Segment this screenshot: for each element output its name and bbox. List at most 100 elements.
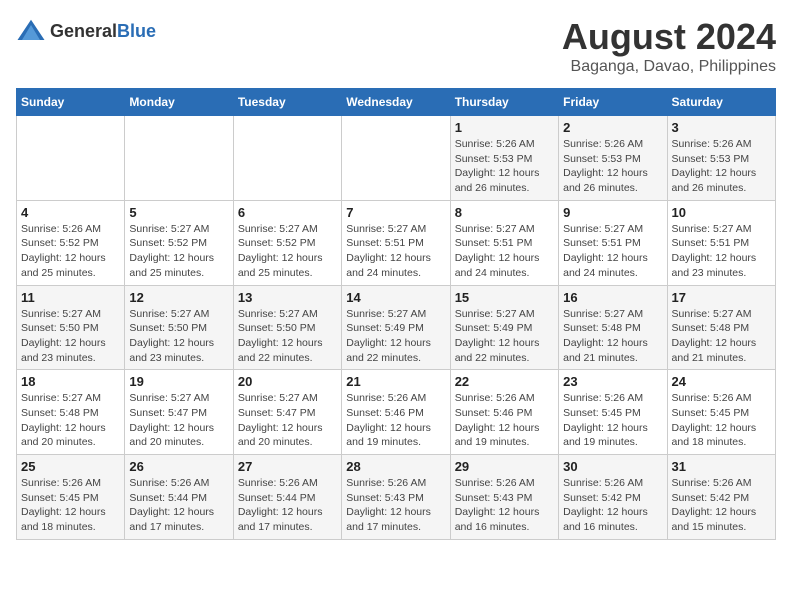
day-number: 27 (238, 459, 337, 474)
day-cell: 6 Sunrise: 5:27 AM Sunset: 5:52 PM Daylig… (233, 200, 341, 285)
day-cell: 30Sunrise: 5:26 AM Sunset: 5:42 PM Dayli… (559, 455, 667, 540)
col-header-thursday: Thursday (450, 89, 558, 116)
day-number: 22 (455, 374, 554, 389)
day-number: 3 (672, 120, 771, 135)
day-cell: 31 Sunrise: 5:26 AM Sunset: 5:42 PM Dayli… (667, 455, 775, 540)
day-detail: Sunrise: 5:27 AM Sunset: 5:50 PM Dayligh… (238, 307, 337, 366)
day-cell: 9 Sunrise: 5:27 AM Sunset: 5:51 PM Daylig… (559, 200, 667, 285)
day-cell (233, 116, 341, 201)
day-number: 13 (238, 290, 337, 305)
week-row-5: 25 Sunrise: 5:26 AM Sunset: 5:45 PM Dayli… (17, 455, 776, 540)
day-cell: 21Sunrise: 5:26 AM Sunset: 5:46 PM Dayli… (342, 370, 450, 455)
day-detail: Sunrise: 5:27 AM Sunset: 5:51 PM Dayligh… (672, 222, 771, 281)
day-detail: Sunrise: 5:26 AM Sunset: 5:45 PM Dayligh… (563, 391, 662, 450)
day-number: 14 (346, 290, 445, 305)
day-number: 23 (563, 374, 662, 389)
day-number: 9 (563, 205, 662, 220)
day-detail: Sunrise: 5:27 AM Sunset: 5:52 PM Dayligh… (129, 222, 228, 281)
day-number: 21 (346, 374, 445, 389)
day-number: 11 (21, 290, 120, 305)
col-header-sunday: Sunday (17, 89, 125, 116)
day-number: 15 (455, 290, 554, 305)
header-row: SundayMondayTuesdayWednesdayThursdayFrid… (17, 89, 776, 116)
day-number: 25 (21, 459, 120, 474)
logo-blue: Blue (117, 21, 156, 41)
week-row-3: 11 Sunrise: 5:27 AM Sunset: 5:50 PM Dayli… (17, 285, 776, 370)
col-header-tuesday: Tuesday (233, 89, 341, 116)
day-detail: Sunrise: 5:26 AM Sunset: 5:44 PM Dayligh… (129, 476, 228, 535)
day-detail: Sunrise: 5:26 AM Sunset: 5:53 PM Dayligh… (563, 137, 662, 196)
day-cell: 11 Sunrise: 5:27 AM Sunset: 5:50 PM Dayli… (17, 285, 125, 370)
day-detail: Sunrise: 5:26 AM Sunset: 5:45 PM Dayligh… (21, 476, 120, 535)
day-cell: 26Sunrise: 5:26 AM Sunset: 5:44 PM Dayli… (125, 455, 233, 540)
day-cell: 18 Sunrise: 5:27 AM Sunset: 5:48 PM Dayli… (17, 370, 125, 455)
day-cell: 2 Sunrise: 5:26 AM Sunset: 5:53 PM Daylig… (559, 116, 667, 201)
day-number: 7 (346, 205, 445, 220)
day-cell: 28 Sunrise: 5:26 AM Sunset: 5:43 PM Dayli… (342, 455, 450, 540)
col-header-wednesday: Wednesday (342, 89, 450, 116)
day-cell: 22 Sunrise: 5:26 AM Sunset: 5:46 PM Dayli… (450, 370, 558, 455)
day-number: 2 (563, 120, 662, 135)
day-number: 19 (129, 374, 228, 389)
day-number: 20 (238, 374, 337, 389)
day-detail: Sunrise: 5:27 AM Sunset: 5:51 PM Dayligh… (455, 222, 554, 281)
title-block: August 2024 Baganga, Davao, Philippines (562, 16, 776, 76)
day-cell: 14 Sunrise: 5:27 AM Sunset: 5:49 PM Dayli… (342, 285, 450, 370)
day-detail: Sunrise: 5:26 AM Sunset: 5:46 PM Dayligh… (455, 391, 554, 450)
day-cell: 15 Sunrise: 5:27 AM Sunset: 5:49 PM Dayli… (450, 285, 558, 370)
day-detail: Sunrise: 5:27 AM Sunset: 5:52 PM Dayligh… (238, 222, 337, 281)
col-header-monday: Monday (125, 89, 233, 116)
day-cell (342, 116, 450, 201)
day-detail: Sunrise: 5:27 AM Sunset: 5:48 PM Dayligh… (21, 391, 120, 450)
day-detail: Sunrise: 5:27 AM Sunset: 5:48 PM Dayligh… (563, 307, 662, 366)
day-number: 8 (455, 205, 554, 220)
day-detail: Sunrise: 5:26 AM Sunset: 5:42 PM Dayligh… (563, 476, 662, 535)
day-number: 29 (455, 459, 554, 474)
day-detail: Sunrise: 5:26 AM Sunset: 5:42 PM Dayligh… (672, 476, 771, 535)
calendar-table: SundayMondayTuesdayWednesdayThursdayFrid… (16, 88, 776, 540)
day-detail: Sunrise: 5:27 AM Sunset: 5:48 PM Dayligh… (672, 307, 771, 366)
day-cell: 1Sunrise: 5:26 AM Sunset: 5:53 PM Daylig… (450, 116, 558, 201)
day-detail: Sunrise: 5:26 AM Sunset: 5:43 PM Dayligh… (455, 476, 554, 535)
day-detail: Sunrise: 5:27 AM Sunset: 5:49 PM Dayligh… (455, 307, 554, 366)
logo-icon (16, 16, 46, 46)
day-cell: 20Sunrise: 5:27 AM Sunset: 5:47 PM Dayli… (233, 370, 341, 455)
day-number: 5 (129, 205, 228, 220)
day-cell: 4Sunrise: 5:26 AM Sunset: 5:52 PM Daylig… (17, 200, 125, 285)
logo-general: General (50, 21, 117, 41)
day-number: 18 (21, 374, 120, 389)
day-number: 10 (672, 205, 771, 220)
subtitle: Baganga, Davao, Philippines (562, 58, 776, 76)
day-cell: 7Sunrise: 5:27 AM Sunset: 5:51 PM Daylig… (342, 200, 450, 285)
day-cell: 17Sunrise: 5:27 AM Sunset: 5:48 PM Dayli… (667, 285, 775, 370)
day-cell: 13 Sunrise: 5:27 AM Sunset: 5:50 PM Dayli… (233, 285, 341, 370)
day-number: 6 (238, 205, 337, 220)
day-number: 31 (672, 459, 771, 474)
day-number: 4 (21, 205, 120, 220)
week-row-1: 1Sunrise: 5:26 AM Sunset: 5:53 PM Daylig… (17, 116, 776, 201)
day-cell: 19Sunrise: 5:27 AM Sunset: 5:47 PM Dayli… (125, 370, 233, 455)
day-cell: 16 Sunrise: 5:27 AM Sunset: 5:48 PM Dayli… (559, 285, 667, 370)
day-cell: 5 Sunrise: 5:27 AM Sunset: 5:52 PM Daylig… (125, 200, 233, 285)
week-row-4: 18 Sunrise: 5:27 AM Sunset: 5:48 PM Dayli… (17, 370, 776, 455)
day-detail: Sunrise: 5:27 AM Sunset: 5:50 PM Dayligh… (21, 307, 120, 366)
day-number: 16 (563, 290, 662, 305)
day-cell: 12 Sunrise: 5:27 AM Sunset: 5:50 PM Dayli… (125, 285, 233, 370)
day-detail: Sunrise: 5:26 AM Sunset: 5:45 PM Dayligh… (672, 391, 771, 450)
day-cell: 8 Sunrise: 5:27 AM Sunset: 5:51 PM Daylig… (450, 200, 558, 285)
day-detail: Sunrise: 5:26 AM Sunset: 5:53 PM Dayligh… (672, 137, 771, 196)
day-number: 28 (346, 459, 445, 474)
day-number: 12 (129, 290, 228, 305)
week-row-2: 4Sunrise: 5:26 AM Sunset: 5:52 PM Daylig… (17, 200, 776, 285)
day-number: 24 (672, 374, 771, 389)
logo: GeneralBlue (16, 16, 156, 46)
day-detail: Sunrise: 5:27 AM Sunset: 5:50 PM Dayligh… (129, 307, 228, 366)
day-detail: Sunrise: 5:27 AM Sunset: 5:51 PM Dayligh… (563, 222, 662, 281)
day-detail: Sunrise: 5:27 AM Sunset: 5:49 PM Dayligh… (346, 307, 445, 366)
col-header-friday: Friday (559, 89, 667, 116)
main-title: August 2024 (562, 16, 776, 58)
day-detail: Sunrise: 5:26 AM Sunset: 5:43 PM Dayligh… (346, 476, 445, 535)
day-cell: 24 Sunrise: 5:26 AM Sunset: 5:45 PM Dayli… (667, 370, 775, 455)
day-cell (125, 116, 233, 201)
day-cell: 23 Sunrise: 5:26 AM Sunset: 5:45 PM Dayli… (559, 370, 667, 455)
